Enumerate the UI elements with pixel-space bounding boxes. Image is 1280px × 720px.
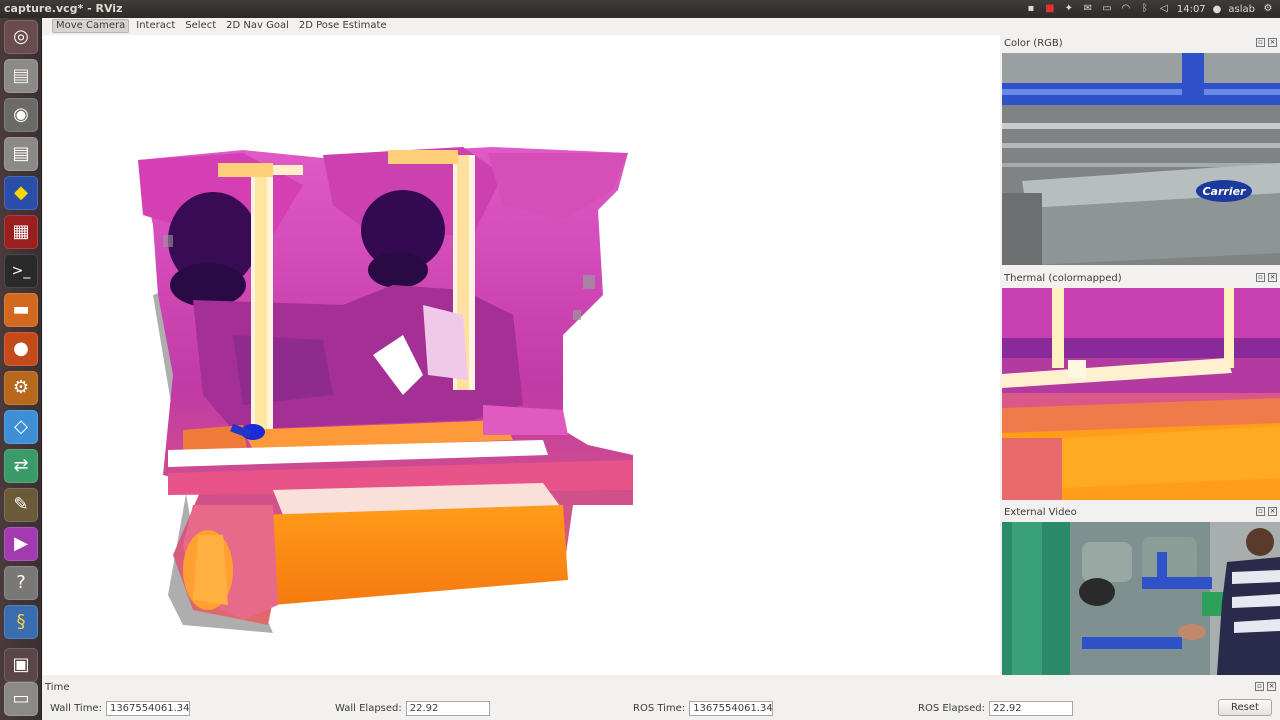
render-view-3d[interactable]: [43, 35, 1000, 675]
panel-title: Thermal (colormapped): [1004, 273, 1122, 284]
eye-icon[interactable]: ◉: [4, 98, 38, 132]
dropbox-tray-icon[interactable]: ✦: [1063, 4, 1075, 15]
network-icon[interactable]: ⇄: [4, 449, 38, 483]
panel-title: External Video: [1004, 507, 1077, 518]
float-icon[interactable]: ▫: [1256, 507, 1265, 516]
carrier-logo: Carrier: [1202, 185, 1246, 198]
float-icon[interactable]: ▫: [1256, 38, 1265, 47]
top-panel: capture.vcg* - RViz ▪ ■ ✦ ✉ ▭ ◠ ᛒ ◁ 14:0…: [0, 0, 1280, 18]
bluetooth-icon[interactable]: ᛒ: [1139, 4, 1151, 15]
ros-time-input[interactable]: 1367554061.34: [689, 700, 774, 716]
window-title: capture.vcg* - RViz: [4, 2, 123, 15]
reset-button[interactable]: Reset: [1218, 699, 1272, 716]
panel-external-video: External Video ▫ ×: [1002, 505, 1280, 675]
wall-elapsed-input[interactable]: 22.92: [405, 700, 490, 716]
record-icon[interactable]: ■: [1044, 4, 1056, 15]
wall-time-field: Wall Time: 1367554061.34: [50, 700, 190, 716]
video-editor-icon[interactable]: ▶: [4, 527, 38, 561]
rviz-toolbar: Move Camera Interact Select 2D Nav Goal …: [42, 18, 1002, 34]
disk2-icon[interactable]: ▤: [4, 137, 38, 171]
globe-icon[interactable]: ◆: [4, 176, 38, 210]
tool-interact[interactable]: Interact: [133, 19, 178, 33]
thermal-point-cloud: [138, 147, 633, 633]
volume-icon[interactable]: ◁: [1158, 4, 1170, 15]
external-video-image: [1002, 522, 1280, 675]
help-icon[interactable]: ?: [4, 566, 38, 600]
battery-icon[interactable]: ▭: [1101, 4, 1113, 15]
tool-move-camera[interactable]: Move Camera: [52, 19, 130, 33]
ros-time-field: ROS Time: 1367554061.34: [633, 700, 774, 716]
wifi-icon[interactable]: ◠: [1120, 4, 1132, 15]
color-image: Carrier: [1002, 53, 1280, 265]
wall-elapsed-field: Wall Elapsed: 22.92: [335, 700, 490, 716]
tool-2d-pose-estimate[interactable]: 2D Pose Estimate: [296, 19, 390, 33]
ros-elapsed-label: ROS Elapsed:: [918, 702, 985, 714]
firefox-icon[interactable]: ●: [4, 332, 38, 366]
system-tray: ▪ ■ ✦ ✉ ▭ ◠ ᛒ ◁ 14:07 ● aslab ⚙: [1025, 0, 1274, 18]
ros-time-label: ROS Time:: [633, 702, 686, 714]
time-panel: Time ▫ × Wall Time: 1367554061.34 Wall E…: [42, 678, 1280, 720]
float-icon[interactable]: ▫: [1255, 682, 1264, 691]
power-gear-icon[interactable]: ⚙: [1262, 4, 1274, 15]
clock[interactable]: 14:07: [1177, 4, 1206, 15]
window-icon[interactable]: ▣: [4, 648, 38, 682]
tool-2d-nav-goal[interactable]: 2D Nav Goal: [223, 19, 292, 33]
close-icon[interactable]: ×: [1268, 273, 1277, 282]
user-icon: ●: [1212, 3, 1222, 15]
drive-icon[interactable]: ▭: [4, 682, 38, 716]
ros-elapsed-input[interactable]: 22.92: [989, 700, 1073, 716]
panel-color-rgb: Color (RGB) ▫ × Carrier: [1002, 36, 1280, 266]
wall-elapsed-label: Wall Elapsed:: [335, 702, 402, 714]
keyboard-icon[interactable]: ▪: [1025, 4, 1037, 15]
thermal-image: [1002, 288, 1280, 500]
ubuntu-dash-icon[interactable]: ◎: [4, 20, 38, 54]
ros-elapsed-field: ROS Elapsed: 22.92: [918, 700, 1073, 716]
disk-icon[interactable]: ▤: [4, 59, 38, 93]
user-name[interactable]: aslab: [1228, 4, 1255, 15]
tool-select[interactable]: Select: [182, 19, 219, 33]
gimp-icon[interactable]: ✎: [4, 488, 38, 522]
close-icon[interactable]: ×: [1267, 682, 1276, 691]
wall-time-label: Wall Time:: [50, 702, 102, 714]
python-icon[interactable]: §: [4, 605, 38, 639]
terminal-icon[interactable]: >_: [4, 254, 38, 288]
wall-time-input[interactable]: 1367554061.34: [105, 700, 190, 716]
files-icon[interactable]: ▬: [4, 293, 38, 327]
close-icon[interactable]: ×: [1268, 38, 1277, 47]
time-panel-title: Time: [45, 682, 70, 693]
launcher: ◎ ▤ ◉ ▤ ◆ ▦ >_ ▬ ● ⚙ ◇ ⇄ ✎ ▶ ? § ▣ ▭: [0, 18, 42, 720]
panel-title: Color (RGB): [1004, 38, 1063, 49]
close-icon[interactable]: ×: [1268, 507, 1277, 516]
dropbox-icon[interactable]: ◇: [4, 410, 38, 444]
workspace-icon[interactable]: ▦: [4, 215, 38, 249]
panel-thermal: Thermal (colormapped) ▫ ×: [1002, 271, 1280, 501]
mail-icon[interactable]: ✉: [1082, 4, 1094, 15]
settings-icon[interactable]: ⚙: [4, 371, 38, 405]
float-icon[interactable]: ▫: [1256, 273, 1265, 282]
